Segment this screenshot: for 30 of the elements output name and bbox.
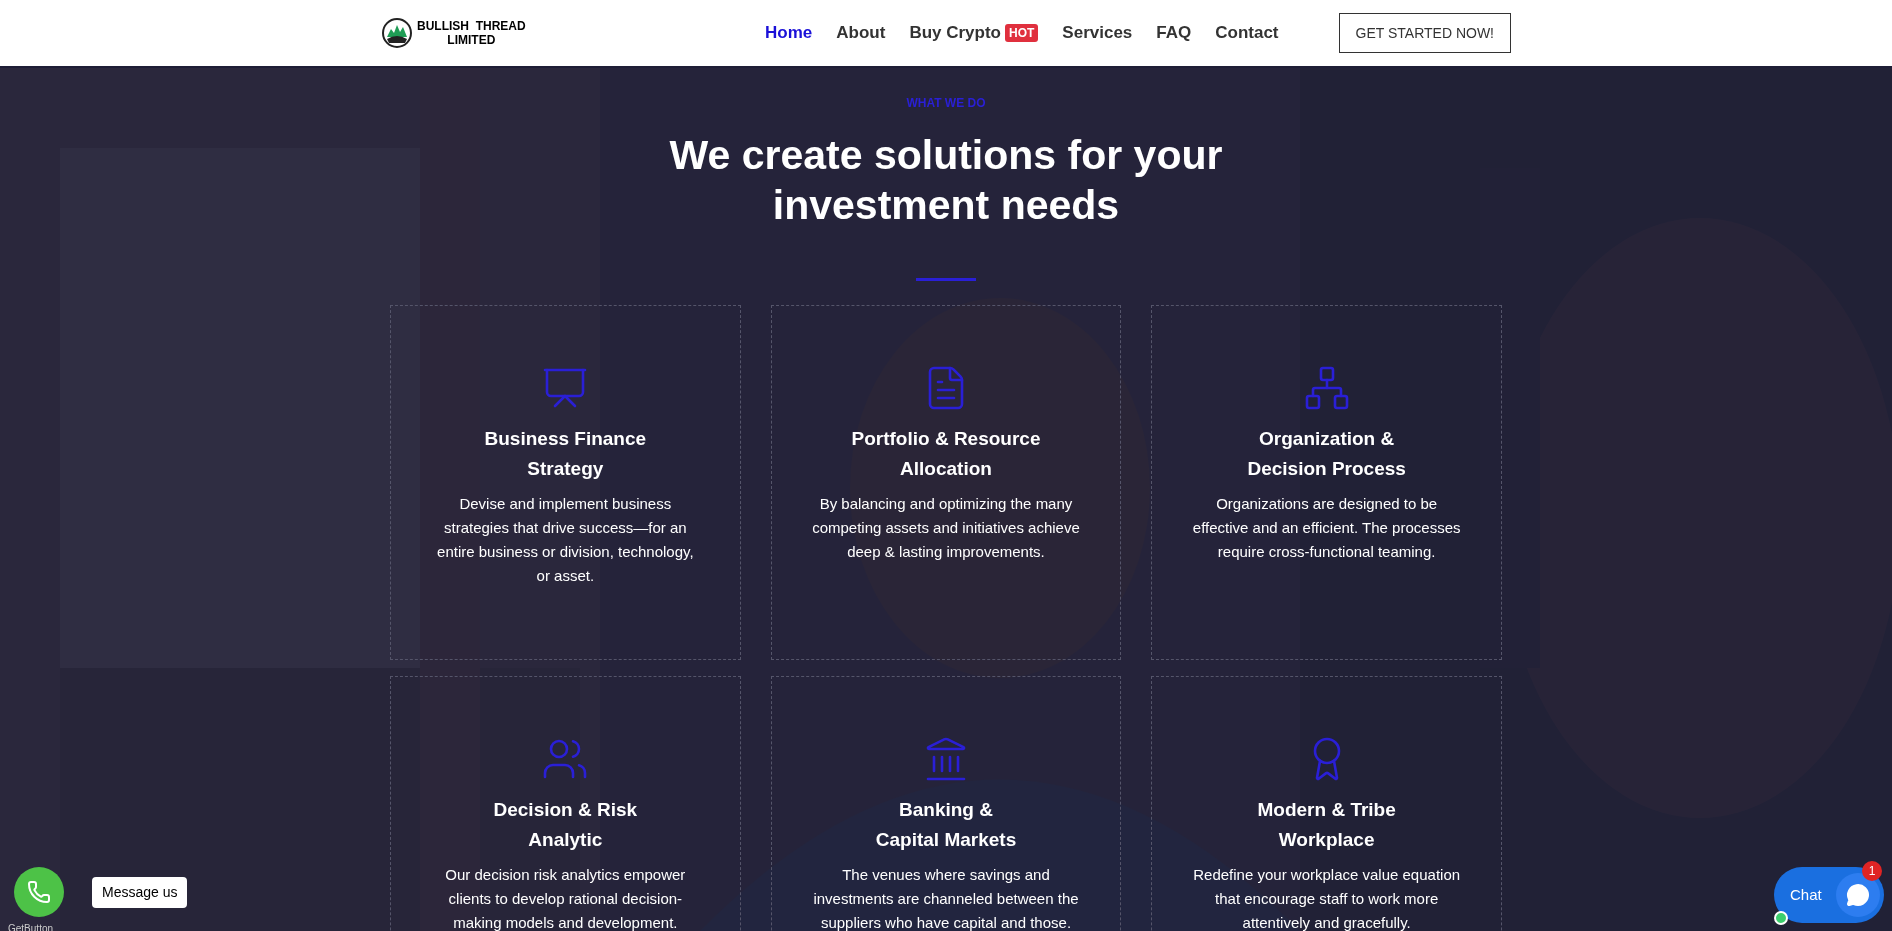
speech-bubble-icon: [1846, 883, 1870, 907]
get-started-button[interactable]: GET STARTED NOW!: [1338, 13, 1511, 53]
card-title: Portfolio & Resource Allocation: [851, 427, 1041, 481]
card-text: Our decision risk analytics empower clients to develop rational decision-making models and development.: [444, 865, 687, 931]
card-text: Organizations are designed to be effective and an efficient. The processes require cross-functional teaming.: [1191, 494, 1462, 562]
card-text: Redefine your workplace value equation that encourage staff to work more attentively and gracefully.: [1192, 865, 1462, 931]
message-tooltip: Message us: [92, 876, 188, 908]
logo-icon: [381, 17, 413, 49]
nav-link[interactable]: FAQ: [1156, 20, 1192, 46]
card-title: Banking & Capital Markets: [875, 798, 1017, 852]
nav-link[interactable]: Services: [1062, 20, 1133, 46]
logo-text: LIMITED: [447, 33, 496, 47]
section-eyebrow: WHAT WE DO: [906, 95, 986, 112]
nav-link[interactable]: Buy Crypto: [909, 20, 1001, 46]
nav-link[interactable]: Contact: [1215, 20, 1279, 46]
card-text: The venues where savings and investments are channeled between the suppliers who have capital and those.: [812, 865, 1080, 931]
chat-label: Chat: [1790, 884, 1822, 905]
nav-link[interactable]: About: [836, 20, 886, 46]
card-title: Modern & Tribe Workplace: [1257, 798, 1396, 852]
phone-icon: [27, 880, 51, 904]
card-text: By balancing and optimizing the many competing assets and initiatives achieve deep & lasting improvements.: [811, 494, 1081, 562]
card-title: Organization & Decision Process: [1247, 427, 1406, 481]
hot-badge: HOT: [1005, 24, 1039, 42]
logo-text: BULLISH THREAD: [417, 19, 526, 33]
card-title: Business Finance Strategy: [484, 427, 647, 481]
card-title: Decision & Risk Analytic: [493, 798, 638, 852]
heading-underline: [916, 278, 976, 281]
nav-link[interactable]: Home: [765, 20, 813, 46]
section-heading: We create solutions for your investment needs: [669, 131, 1223, 230]
card-text: Devise and implement business strategies that drive success—for an entire business or division, technology, or asset.: [436, 494, 695, 586]
